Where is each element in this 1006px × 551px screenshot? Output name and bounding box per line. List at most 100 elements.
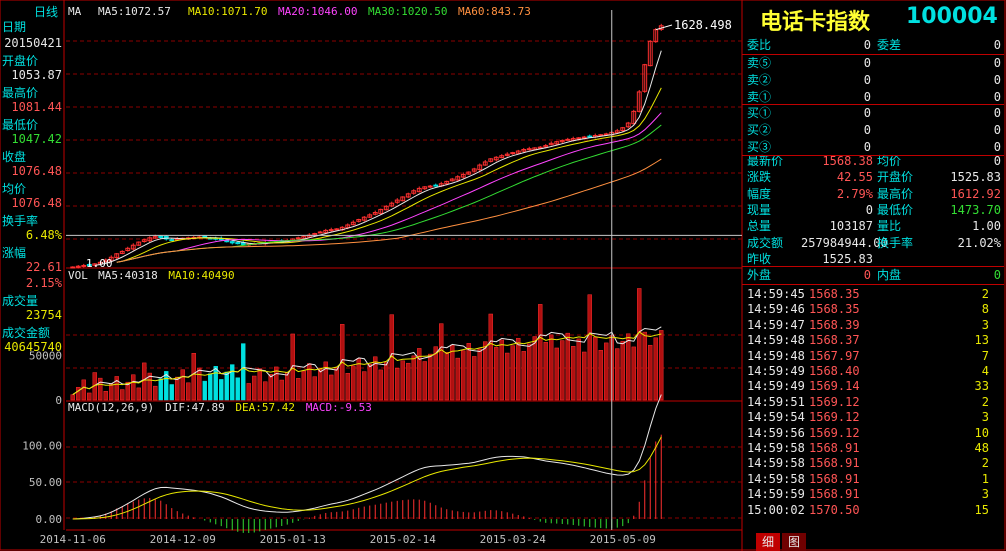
low-value: 1047.42 xyxy=(11,132,62,146)
volume-bar xyxy=(334,367,339,401)
volume-bar xyxy=(274,366,279,401)
volume-bar xyxy=(554,347,559,401)
stat-value: 42.55 xyxy=(836,170,873,185)
volume-bar xyxy=(378,369,383,401)
volume-bar xyxy=(312,376,317,401)
panel-tab[interactable]: 图 xyxy=(782,533,807,551)
amount-value: 40645740 xyxy=(4,340,62,354)
volume-bar xyxy=(659,330,664,401)
sell-level-price: 0 xyxy=(863,56,871,70)
volume-legend-item: MA5:40318 xyxy=(98,269,158,282)
candlestick-series xyxy=(70,23,664,269)
volume-bar xyxy=(301,370,306,401)
stat-label: 量比 xyxy=(877,219,902,234)
stat-label: 总量 xyxy=(747,219,772,234)
volume-bar xyxy=(175,376,180,401)
open-label: 开盘价 xyxy=(2,54,39,68)
ma-legend-item: MA10:1071.70 xyxy=(188,5,267,18)
buy-level-label: 买① xyxy=(747,106,772,120)
weicha-value: 0 xyxy=(993,38,1001,52)
volume-bar xyxy=(593,336,598,401)
macd-legend-item: MACD(12,26,9) xyxy=(68,401,154,414)
buy-level-price: 0 xyxy=(863,123,871,137)
x-axis-tick-label: 2015-05-09 xyxy=(590,533,656,546)
webi-value: 0 xyxy=(863,38,871,52)
volume-bar xyxy=(571,346,576,401)
macd-legend-item: MACD:-9.53 xyxy=(306,401,372,414)
volume-bar xyxy=(653,337,658,401)
volume-bar xyxy=(131,374,136,401)
buy-level-label: 买② xyxy=(747,123,772,137)
volume-bar xyxy=(362,371,367,401)
instrument-name: 电话卡指数 xyxy=(760,10,871,35)
sell-level-label: 卖⑤ xyxy=(747,56,772,70)
high-value: 1081.44 xyxy=(11,100,62,114)
quote-panel: 委比 0 委差 0 卖⑤ 0 0 卖② 0 0 卖① 0 0 买① 0 0 买② 0 0 买③ 0 0 最新价 1… xyxy=(742,37,1004,537)
inner-label: 内盘 xyxy=(877,268,902,282)
volume-y-tick-label: 0 xyxy=(55,394,62,407)
volume-bar xyxy=(461,350,466,401)
instrument-code: 100004 xyxy=(906,4,998,29)
volume-bar xyxy=(444,352,449,401)
stat-value: 1473.70 xyxy=(950,202,1001,217)
volume-bar xyxy=(252,375,257,401)
candle-body xyxy=(427,185,433,188)
ma-legend-item: MA5:1072.57 xyxy=(98,5,171,18)
volume-bar xyxy=(219,379,224,401)
macd-legend-item: DIF:47.89 xyxy=(165,401,225,414)
volume-bar xyxy=(235,377,240,401)
avg-label: 均价 xyxy=(2,182,27,196)
candle-body xyxy=(433,184,439,187)
low-label: 最低价 xyxy=(2,118,39,132)
volume-bar xyxy=(587,294,592,401)
volume-bar xyxy=(483,341,488,401)
crosshair-cursor xyxy=(66,10,742,530)
candle-body xyxy=(587,135,593,138)
candle-body xyxy=(526,148,532,151)
sell-level-volume: 0 xyxy=(993,56,1001,70)
amount-label: 成交金额 xyxy=(2,326,51,340)
volume-bar xyxy=(285,372,290,401)
candle-body xyxy=(334,228,340,231)
volume-bar xyxy=(180,369,185,401)
high-label: 最高价 xyxy=(2,86,39,100)
volume-legend-item: VOL xyxy=(68,269,88,282)
candle-body xyxy=(295,237,301,240)
volume-bar xyxy=(76,386,81,401)
volume-legend-item: MA10:40490 xyxy=(168,269,234,282)
volume-bar xyxy=(318,369,323,401)
volume-bar xyxy=(279,379,284,401)
stat-label: 最高价 xyxy=(877,186,914,201)
volume-bar xyxy=(576,338,581,401)
panel-divider xyxy=(742,155,1004,156)
ma5-line xyxy=(94,50,662,266)
volume-bar xyxy=(120,389,125,401)
stat-value: 1.00 xyxy=(972,219,1001,234)
volume-bar xyxy=(620,340,625,401)
volume-bar xyxy=(626,333,631,401)
volume-bar xyxy=(202,380,207,401)
volume-bar xyxy=(109,383,114,401)
volume-bar xyxy=(560,340,565,401)
panel-divider xyxy=(742,54,1004,55)
volume-bar xyxy=(246,383,251,401)
volume-bar xyxy=(582,351,587,401)
stat-label: 换手率 xyxy=(877,235,914,250)
turnover-label: 换手率 xyxy=(2,214,39,228)
stat-value: 1612.92 xyxy=(950,186,1001,201)
volume-bar xyxy=(510,345,515,401)
volume-bar xyxy=(103,391,108,401)
panel-divider xyxy=(742,104,1004,105)
ma-legend-item: MA30:1020.50 xyxy=(368,5,447,18)
volume-bar xyxy=(631,346,636,401)
stat-value: 2.79% xyxy=(836,186,873,201)
volume-bar xyxy=(142,362,147,401)
volume-bar xyxy=(411,355,416,401)
sell-level-volume: 0 xyxy=(993,73,1001,87)
volume-bar xyxy=(488,313,493,401)
date-value: 20150421 xyxy=(4,36,62,50)
volume-bar xyxy=(158,378,163,401)
candle-body xyxy=(169,239,175,242)
stat-value: 1525.83 xyxy=(950,170,1001,185)
panel-tab[interactable]: 细 xyxy=(756,533,781,551)
